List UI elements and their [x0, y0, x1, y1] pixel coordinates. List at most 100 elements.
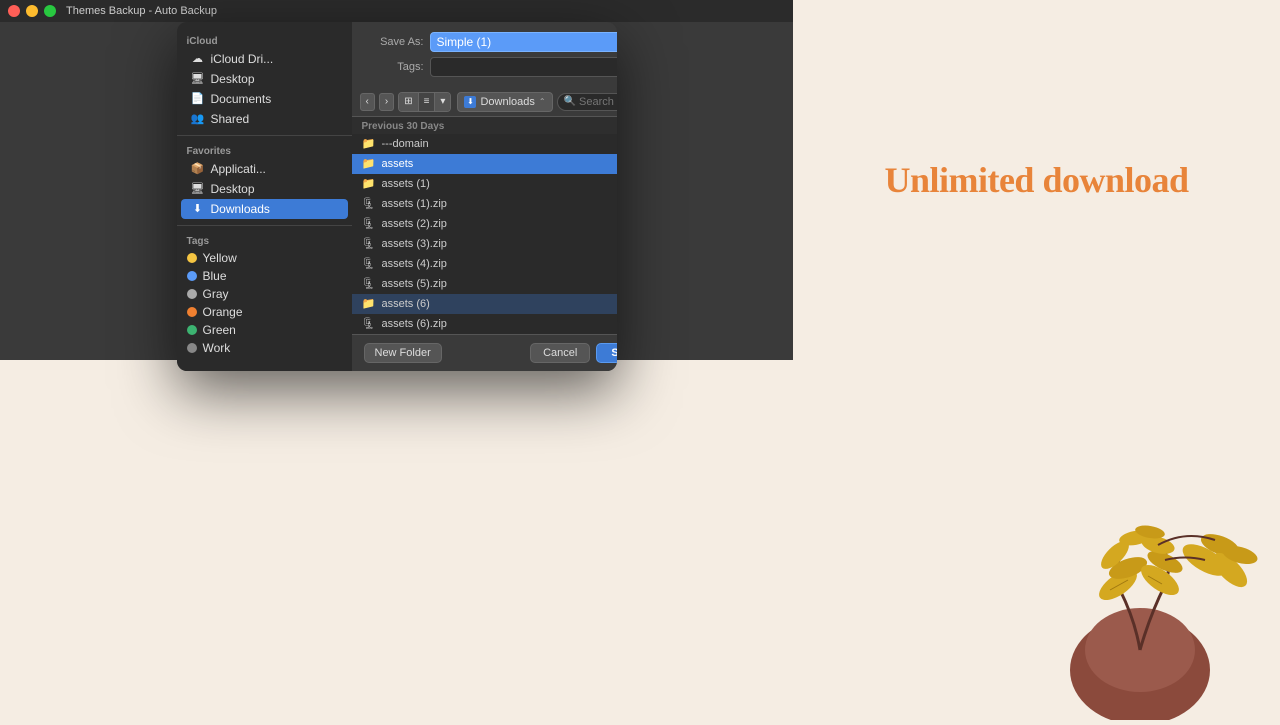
- dialog-footer: New Folder Cancel Save: [352, 334, 617, 371]
- file-name: assets: [382, 158, 414, 170]
- documents-icon: 📄: [191, 92, 205, 106]
- file-item-assets5zip[interactable]: 🗜 assets (5).zip: [352, 274, 617, 294]
- plant-illustration: [1010, 500, 1280, 720]
- folder-icon: 📁: [362, 157, 376, 170]
- desktop-icloud-icon: 🖥: [191, 72, 205, 86]
- shared-icon: 👥: [191, 112, 205, 126]
- file-name: assets (3).zip: [382, 238, 447, 250]
- sidebar-item-desktop-fav[interactable]: 🖥 Desktop: [181, 179, 348, 199]
- search-icon: 🔍: [564, 96, 576, 107]
- sidebar-item-applications-label: Applicati...: [211, 162, 266, 176]
- file-item-assets6[interactable]: 📁 assets (6) ›: [352, 294, 617, 314]
- save-as-row: Save As:: [364, 32, 617, 52]
- file-name: assets (5).zip: [382, 278, 447, 290]
- file-name: assets (6): [382, 298, 430, 310]
- view-button-group: ⊞ ≡ ▾: [398, 92, 451, 112]
- icloud-section-label: iCloud: [177, 32, 352, 49]
- sidebar-item-documents-label: Documents: [211, 92, 272, 106]
- search-box[interactable]: 🔍: [557, 93, 617, 111]
- zip-icon: 🗜: [362, 217, 376, 230]
- file-name: assets (6).zip: [382, 318, 447, 330]
- tags-section-label: Tags: [177, 232, 352, 249]
- yellow-dot: [187, 253, 197, 263]
- sidebar-item-documents[interactable]: 📄 Documents: [181, 89, 348, 109]
- file-item-assets3zip[interactable]: 🗜 assets (3).zip: [352, 234, 617, 254]
- view-arrow-button[interactable]: ▾: [435, 93, 450, 111]
- forward-button[interactable]: ›: [379, 93, 394, 111]
- tag-green[interactable]: Green: [177, 321, 352, 339]
- applications-icon: 📦: [191, 162, 205, 176]
- file-item-assets[interactable]: 📁 assets ›: [352, 154, 617, 174]
- right-panel: Unlimited download: [793, 0, 1280, 360]
- tags-input[interactable]: [430, 57, 617, 77]
- location-label: Downloads: [480, 96, 534, 108]
- search-input[interactable]: [579, 96, 616, 108]
- save-as-input[interactable]: [430, 32, 617, 52]
- tag-orange[interactable]: Orange: [177, 303, 352, 321]
- green-dot: [187, 325, 197, 335]
- location-folder-icon: ⬇: [464, 96, 476, 108]
- sidebar-item-applications[interactable]: 📦 Applicati...: [181, 159, 348, 179]
- file-name: assets (1).zip: [382, 198, 447, 210]
- folder-icon: 📁: [362, 297, 376, 310]
- zip-icon: 🗜: [362, 317, 376, 330]
- location-dropdown[interactable]: ⬇ Downloads ⌃: [457, 92, 552, 112]
- save-dialog: iCloud ☁ iCloud Dri... 🖥 Desktop 📄 Docum…: [177, 22, 617, 371]
- tag-yellow[interactable]: Yellow: [177, 249, 352, 267]
- file-item-assets1[interactable]: 📁 assets (1) ›: [352, 174, 617, 194]
- icon-view-button[interactable]: ⊞: [399, 93, 418, 111]
- sidebar-item-shared-label: Shared: [211, 112, 250, 126]
- downloads-icon: ⬇: [191, 202, 205, 216]
- zip-icon: 🗜: [362, 277, 376, 290]
- tag-orange-label: Orange: [203, 305, 243, 319]
- file-name: assets (1): [382, 178, 430, 190]
- zip-icon: 🗜: [362, 237, 376, 250]
- tags-row: Tags:: [364, 57, 617, 77]
- file-item-assets1zip[interactable]: 🗜 assets (1).zip: [352, 194, 617, 214]
- tag-yellow-label: Yellow: [203, 251, 237, 265]
- file-name: assets (2).zip: [382, 218, 447, 230]
- zip-icon: 🗜: [362, 257, 376, 270]
- save-as-label: Save As:: [364, 36, 424, 48]
- list-view-button[interactable]: ≡: [419, 93, 436, 111]
- sidebar-item-desktop-fav-label: Desktop: [211, 182, 255, 196]
- sidebar-divider-1: [177, 135, 352, 136]
- file-item-assets6zip[interactable]: 🗜 assets (6).zip: [352, 314, 617, 334]
- tag-gray[interactable]: Gray: [177, 285, 352, 303]
- blue-dot: [187, 271, 197, 281]
- tag-blue[interactable]: Blue: [177, 267, 352, 285]
- file-name: assets (4).zip: [382, 258, 447, 270]
- sidebar-item-desktop-icloud-label: Desktop: [211, 72, 255, 86]
- icloud-drive-icon: ☁: [191, 52, 205, 66]
- save-button[interactable]: Save: [596, 343, 616, 363]
- location-chevron: ⌃: [539, 97, 546, 106]
- sidebar-item-downloads[interactable]: ⬇ Downloads: [181, 199, 348, 219]
- dialog-header: Save As: Tags:: [352, 22, 617, 88]
- tag-work[interactable]: Work: [177, 339, 352, 357]
- gray-dot: [187, 289, 197, 299]
- desktop-fav-icon: 🖥: [191, 182, 205, 196]
- sidebar-item-icloud-drive-label: iCloud Dri...: [211, 52, 274, 66]
- dialog-toolbar: ‹ › ⊞ ≡ ▾ ⬇ Downloads ⌃ 🔍: [352, 88, 617, 117]
- favorites-section-label: Favorites: [177, 142, 352, 159]
- tags-label: Tags:: [364, 61, 424, 73]
- file-item-assets2zip[interactable]: 🗜 assets (2).zip: [352, 214, 617, 234]
- file-item-assets4zip[interactable]: 🗜 assets (4).zip: [352, 254, 617, 274]
- file-section-header: Previous 30 Days: [352, 117, 617, 134]
- sidebar-item-desktop-icloud[interactable]: 🖥 Desktop: [181, 69, 348, 89]
- orange-dot: [187, 307, 197, 317]
- tag-work-label: Work: [203, 341, 231, 355]
- file-name: ---domain: [382, 138, 429, 150]
- dialog-sidebar: iCloud ☁ iCloud Dri... 🖥 Desktop 📄 Docum…: [177, 22, 352, 371]
- sidebar-item-icloud-drive[interactable]: ☁ iCloud Dri...: [181, 49, 348, 69]
- back-button[interactable]: ‹: [360, 93, 375, 111]
- sidebar-divider-2: [177, 225, 352, 226]
- file-list[interactable]: Previous 30 Days 📁 ---domain 📁 assets › …: [352, 117, 617, 334]
- work-dot: [187, 343, 197, 353]
- cancel-button[interactable]: Cancel: [530, 343, 590, 363]
- dialog-main: Save As: Tags: ‹ › ⊞ ≡ ▾ ⬇: [352, 22, 617, 371]
- sidebar-item-shared[interactable]: 👥 Shared: [181, 109, 348, 129]
- new-folder-button[interactable]: New Folder: [364, 343, 442, 363]
- file-item-domain[interactable]: 📁 ---domain: [352, 134, 617, 154]
- folder-icon: 📁: [362, 177, 376, 190]
